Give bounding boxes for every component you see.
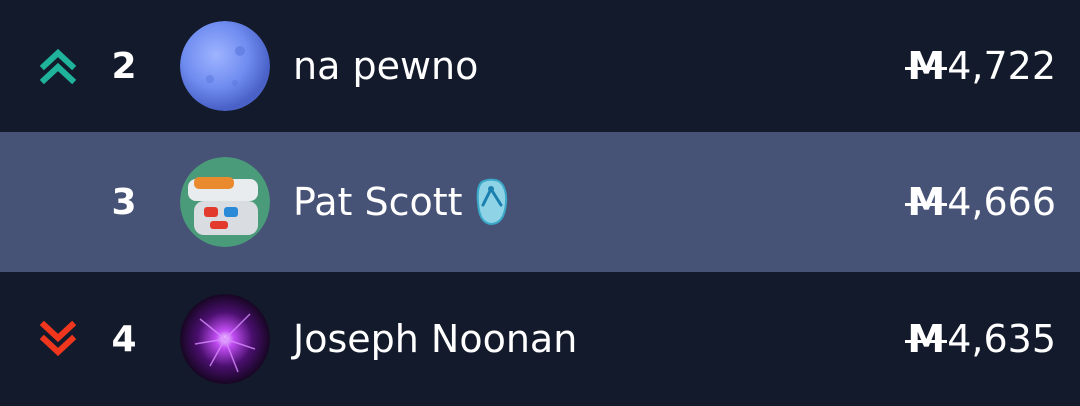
balance-value: 4,635 — [947, 317, 1056, 361]
balance-amount: M 4,635 — [905, 317, 1056, 361]
player-name[interactable]: Joseph Noonan — [293, 317, 577, 361]
player-name[interactable]: na pewno — [293, 44, 478, 88]
rank-number: 4 — [111, 318, 137, 360]
leaderboard-list: 2 na pewno M 4,722 3 Pat Scott M 4,666 4… — [0, 0, 1080, 406]
purple-plasma-avatar[interactable] — [180, 294, 270, 384]
currency-symbol: M — [905, 180, 948, 224]
crocs-shoe-avatar[interactable] — [180, 157, 270, 247]
leaderboard-row[interactable]: 2 na pewno M 4,722 — [0, 0, 1080, 132]
player-name[interactable]: Pat Scott — [293, 177, 509, 227]
flip-flop-icon — [475, 177, 509, 227]
player-name-text: Joseph Noonan — [293, 317, 578, 361]
player-name-text: Pat Scott — [293, 180, 463, 224]
balance-value: 4,666 — [947, 180, 1056, 224]
balance-value: 4,722 — [947, 44, 1056, 88]
double-chevron-up-icon — [36, 44, 80, 88]
currency-symbol: M — [905, 44, 948, 88]
player-name-text: na pewno — [293, 44, 479, 88]
rank-number: 3 — [111, 181, 137, 223]
blue-moon-avatar[interactable] — [180, 21, 270, 111]
balance-amount: M 4,666 — [905, 180, 1056, 224]
leaderboard-row[interactable]: 4 Joseph Noonan M 4,635 — [0, 272, 1080, 406]
currency-symbol: M — [905, 317, 948, 361]
balance-amount: M 4,722 — [905, 44, 1056, 88]
rank-number: 2 — [111, 45, 137, 87]
leaderboard-row-highlighted[interactable]: 3 Pat Scott M 4,666 — [0, 132, 1080, 272]
double-chevron-down-icon — [36, 317, 80, 361]
